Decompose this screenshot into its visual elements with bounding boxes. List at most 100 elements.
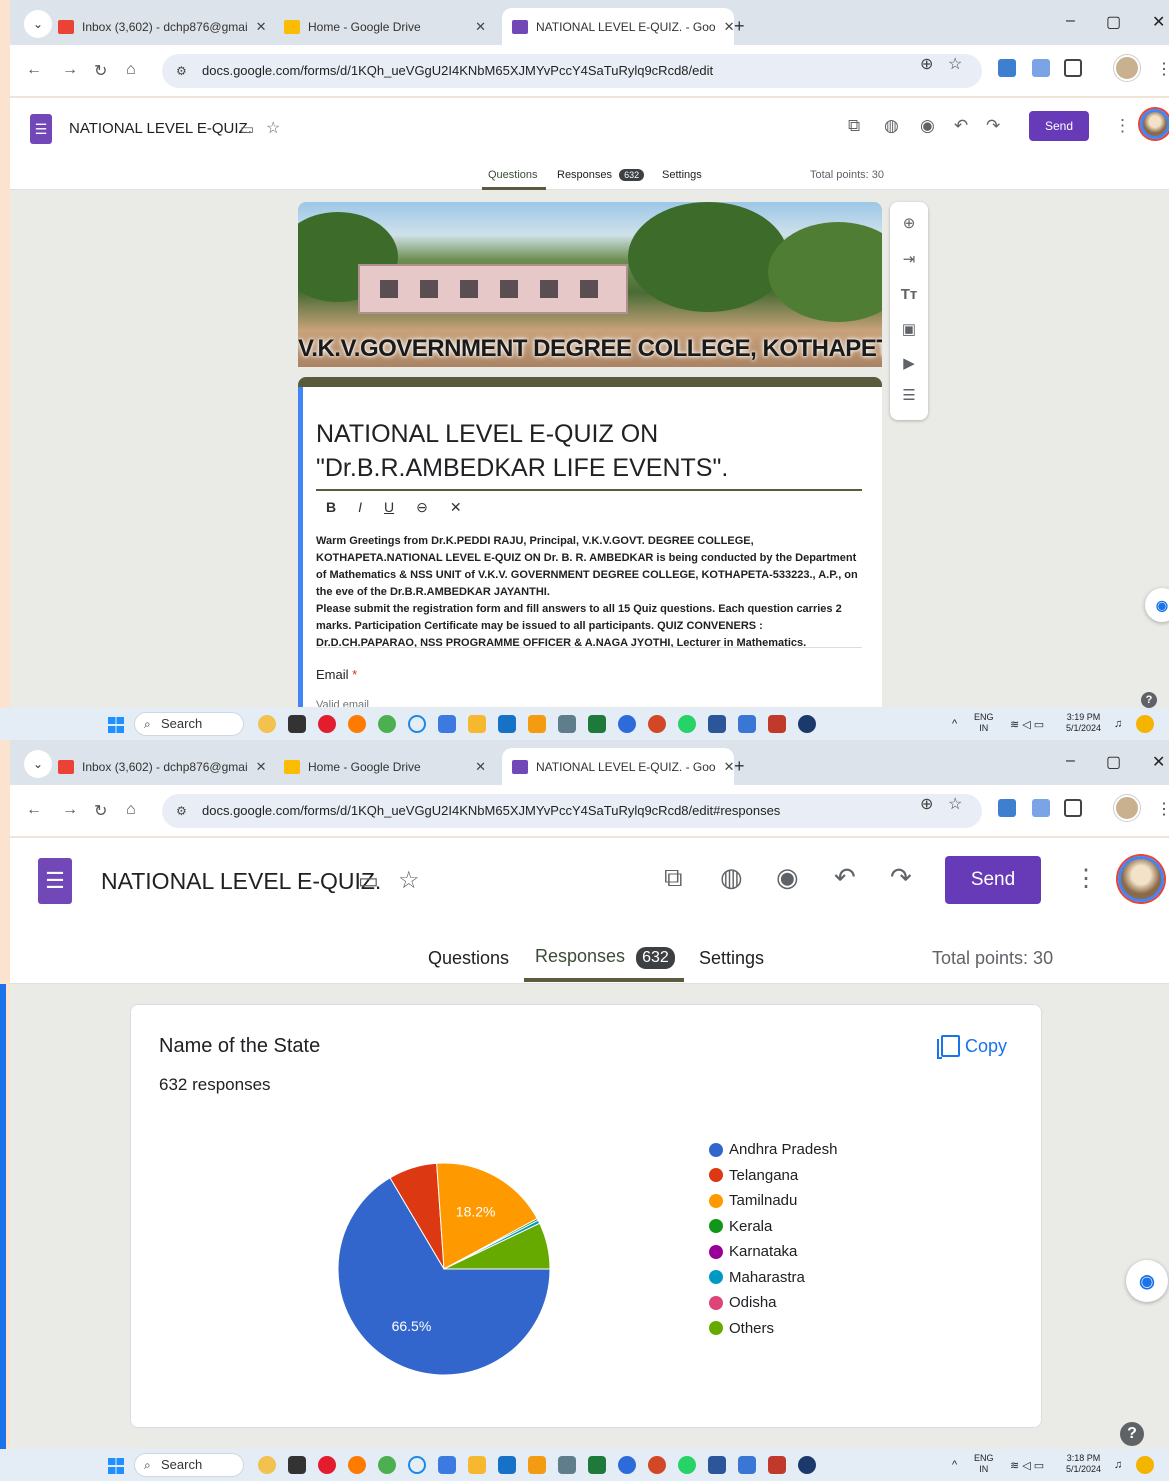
zoom-icon[interactable]: ⊕ xyxy=(920,794,933,814)
browser-tab-forms[interactable]: NATIONAL LEVEL E-QUIZ. - Goo ✕ xyxy=(502,748,734,785)
minimize-icon[interactable]: – xyxy=(1066,752,1075,770)
italic-button[interactable]: I xyxy=(358,499,362,516)
preview-eye-icon[interactable]: ◉ xyxy=(776,862,799,893)
browser-menu-icon[interactable]: ⋮ xyxy=(1156,799,1169,819)
close-window-icon[interactable]: ✕ xyxy=(1152,12,1165,32)
mail-icon[interactable] xyxy=(498,715,516,733)
extension-icon[interactable] xyxy=(1032,59,1050,77)
forms-logo-icon[interactable]: ☰ xyxy=(38,858,72,904)
extension-icon[interactable] xyxy=(998,59,1016,77)
back-icon[interactable]: ← xyxy=(26,61,42,79)
taskview-icon[interactable] xyxy=(288,1456,306,1474)
browser-tab-drive[interactable]: Home - Google Drive ✕ xyxy=(274,8,496,45)
help-icon[interactable]: ? xyxy=(1120,1422,1144,1446)
maximize-icon[interactable]: ▢ xyxy=(1106,12,1121,32)
firefox-icon[interactable] xyxy=(348,1456,366,1474)
palette-icon[interactable]: ◍ xyxy=(720,862,743,893)
file-explorer-icon[interactable] xyxy=(468,1456,486,1474)
app-icon[interactable] xyxy=(528,1456,546,1474)
tab-questions[interactable]: Questions xyxy=(488,169,538,181)
zoom-app-icon[interactable] xyxy=(618,715,636,733)
redo-icon[interactable]: ↷ xyxy=(986,116,1000,136)
minimize-icon[interactable]: – xyxy=(1066,12,1075,30)
new-tab-button[interactable]: + xyxy=(734,16,745,37)
move-to-folder-icon[interactable]: ▭ xyxy=(240,120,254,138)
mail-icon[interactable] xyxy=(498,1456,516,1474)
site-info-icon[interactable]: ⚙ xyxy=(176,54,187,88)
language-indicator[interactable]: ENG IN xyxy=(974,1453,994,1475)
add-image-icon[interactable]: ▣ xyxy=(890,320,928,338)
close-tab-icon[interactable]: ✕ xyxy=(475,759,486,775)
taskbar-search[interactable]: ⌕ Search xyxy=(134,712,244,736)
more-options-icon[interactable]: ⋮ xyxy=(1114,116,1131,136)
app-icon[interactable] xyxy=(768,715,786,733)
add-question-icon[interactable]: ⊕ xyxy=(890,214,928,232)
addons-icon[interactable]: ⧉ xyxy=(664,862,683,894)
tab-questions[interactable]: Questions xyxy=(428,948,509,969)
excel-icon[interactable] xyxy=(588,1456,606,1474)
underline-button[interactable]: U xyxy=(384,499,394,516)
bold-button[interactable]: B xyxy=(326,499,336,516)
star-icon[interactable]: ☆ xyxy=(266,118,280,138)
palette-icon[interactable]: ◍ xyxy=(884,116,899,136)
clock[interactable]: 3:19 PM 5/1/2024 xyxy=(1066,712,1101,734)
site-info-icon[interactable]: ⚙ xyxy=(176,794,187,828)
address-bar[interactable]: ⚙ docs.google.com/forms/d/1KQh_ueVGgU2I4… xyxy=(162,54,982,88)
network-volume-battery-icon[interactable]: ≋ ◁ ▭ xyxy=(1010,1459,1044,1472)
taskbar-search[interactable]: ⌕ Search xyxy=(134,1453,244,1477)
extensions-puzzle-icon[interactable] xyxy=(1064,59,1082,77)
tab-settings[interactable]: Settings xyxy=(662,169,702,181)
forward-icon[interactable]: → xyxy=(62,801,78,819)
reload-icon[interactable]: ↻ xyxy=(94,801,107,821)
assistant-bubble-icon[interactable]: ◉ xyxy=(1126,1260,1168,1302)
word-icon[interactable] xyxy=(708,1456,726,1474)
undo-icon[interactable]: ↶ xyxy=(954,116,968,136)
opera-icon[interactable] xyxy=(318,1456,336,1474)
tray-chevron-icon[interactable]: ^ xyxy=(952,1459,957,1471)
cortana-icon[interactable] xyxy=(408,1456,426,1474)
app-icon[interactable] xyxy=(528,715,546,733)
firefox-icon[interactable] xyxy=(348,715,366,733)
send-button[interactable]: Send xyxy=(1029,111,1089,141)
powerpoint-icon[interactable] xyxy=(648,715,666,733)
whatsapp-icon[interactable] xyxy=(678,1456,696,1474)
app-icon[interactable] xyxy=(558,715,576,733)
browser-tab-drive[interactable]: Home - Google Drive ✕ xyxy=(274,748,496,785)
browser-profile-avatar[interactable] xyxy=(1114,55,1140,81)
zoom-app-icon[interactable] xyxy=(618,1456,636,1474)
weather-icon[interactable] xyxy=(258,1456,276,1474)
redo-icon[interactable]: ↷ xyxy=(890,862,912,893)
close-tab-icon[interactable]: ✕ xyxy=(256,759,267,775)
edge-icon[interactable] xyxy=(438,1456,456,1474)
copilot-icon[interactable] xyxy=(1136,715,1154,733)
quiz-title-field[interactable]: NATIONAL LEVEL E-QUIZ ON "Dr.B.R.AMBEDKA… xyxy=(316,417,862,491)
move-to-folder-icon[interactable]: ▭ xyxy=(358,868,379,894)
undo-icon[interactable]: ↶ xyxy=(834,862,856,893)
powerpoint-icon[interactable] xyxy=(648,1456,666,1474)
extension-icon[interactable] xyxy=(998,799,1016,817)
add-section-icon[interactable]: ☰ xyxy=(890,386,928,404)
cortana-icon[interactable] xyxy=(408,715,426,733)
windows-start-icon[interactable] xyxy=(108,717,124,733)
send-button[interactable]: Send xyxy=(945,856,1041,904)
clear-formatting-button[interactable]: ✕ xyxy=(450,499,462,516)
excel-icon[interactable] xyxy=(588,715,606,733)
form-header-card[interactable]: NATIONAL LEVEL E-QUIZ ON "Dr.B.R.AMBEDKA… xyxy=(298,377,882,707)
add-title-icon[interactable]: Tт xyxy=(890,286,928,303)
edge-icon[interactable] xyxy=(438,715,456,733)
add-video-icon[interactable]: ▶ xyxy=(890,354,928,372)
form-title[interactable]: NATIONAL LEVEL E-QUIZ. xyxy=(101,868,381,895)
back-icon[interactable]: ← xyxy=(26,801,42,819)
extension-icon[interactable] xyxy=(1032,799,1050,817)
address-bar[interactable]: ⚙ docs.google.com/forms/d/1KQh_ueVGgU2I4… xyxy=(162,794,982,828)
account-avatar[interactable] xyxy=(1140,109,1169,139)
opera-icon[interactable] xyxy=(318,715,336,733)
import-questions-icon[interactable]: ⇥ xyxy=(890,250,928,268)
browser-tab-gmail[interactable]: Inbox (3,602) - dchp876@gmai ✕ xyxy=(48,8,270,45)
forward-icon[interactable]: → xyxy=(62,61,78,79)
app-icon[interactable] xyxy=(798,1456,816,1474)
browser-tab-gmail[interactable]: Inbox (3,602) - dchp876@gmai ✕ xyxy=(48,748,270,785)
home-icon[interactable]: ⌂ xyxy=(126,801,136,819)
chrome-icon[interactable] xyxy=(378,715,396,733)
more-options-icon[interactable]: ⋮ xyxy=(1074,864,1098,893)
